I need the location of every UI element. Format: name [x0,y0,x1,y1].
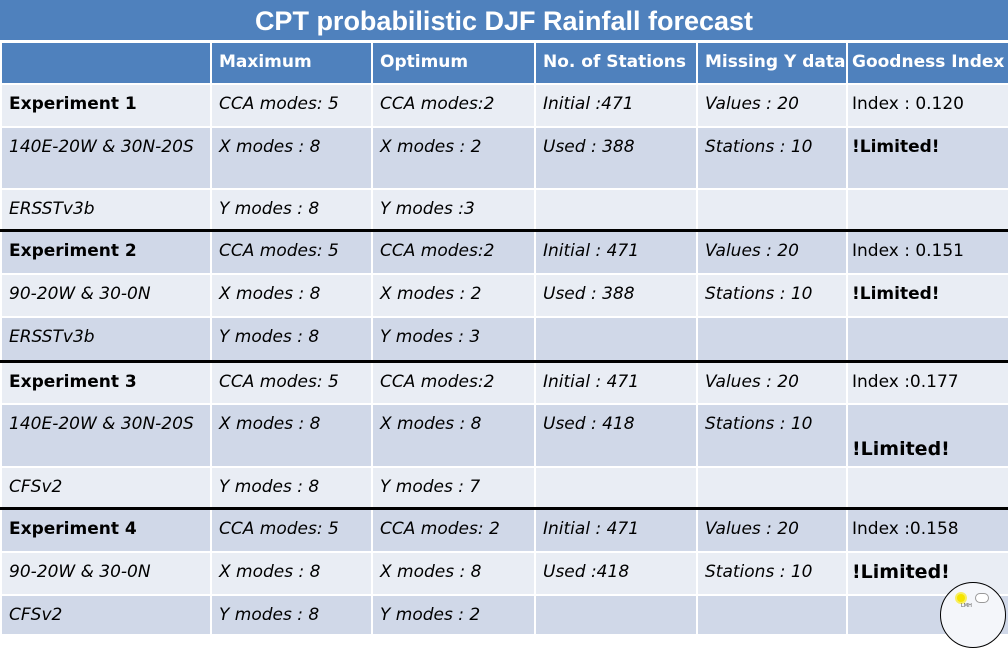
cell-missing-y [696,188,848,232]
cell-goodness-index: Index : 0.151 [846,229,1008,275]
cell-label: CFSv2 [0,466,212,510]
cell-label: CFSv2 [0,594,212,636]
cell-label: ERSSTv3b [0,316,212,363]
cell-stations: Used : 418 [534,403,698,468]
cell-missing-y: Stations : 10 [696,551,848,596]
slide-title: CPT probabilistic DJF Rainfall forecast [0,0,1008,40]
cell-label: 90-20W & 30-0N [0,551,212,596]
table-row: 90-20W & 30-0N X modes : 8X modes : 8 Used… [0,551,1008,596]
table-row: Experiment 1 CCA modes: 5 CCA modes:2 Initi… [0,83,1008,128]
cell-goodness-index: !Limited! [846,403,1008,468]
cell-missing-y [696,594,848,636]
cell-goodness-index: !Limited! [846,126,1008,190]
cell-missing-y: Values : 20 [696,83,848,128]
cell-maximum: X modes : 8 [210,403,373,468]
header-empty [0,41,212,85]
cell-goodness-index: Index : 0.120 [846,83,1008,128]
cell-maximum: CCA modes: 5 [210,360,373,405]
cell-missing-y: Stations : 10 [696,126,848,190]
cell-label: Experiment 2 [0,229,212,275]
cell-maximum: CCA modes: 5 [210,229,373,275]
table-row: ERSSTv3b Y modes : 8Y modes :3 [0,188,1008,232]
cell-missing-y: Stations : 10 [696,403,848,468]
cell-label: 140E-20W & 30N-20S [0,126,212,190]
cell-optimum: Y modes : 7 [371,466,536,510]
cell-goodness-index [846,466,1008,510]
cell-goodness-index: Index :0.158 [846,507,1008,553]
cell-stations: Initial :471 [534,83,698,128]
cell-optimum: X modes : 2 [371,273,536,318]
cell-stations [534,466,698,510]
table-row: Experiment 3 CCA modes: 5 CCA modes:2 Initi… [0,360,1008,405]
table-row: Experiment 2 CCA modes: 5 CCA modes:2 Initi… [0,229,1008,275]
table-row: CFSv2 Y modes : 8Y modes : 2 [0,594,1008,636]
cell-optimum: X modes : 8 [371,403,536,468]
cell-maximum: X modes : 8 [210,551,373,596]
cell-maximum: CCA modes: 5 [210,83,373,128]
cell-stations: Initial : 471 [534,507,698,553]
cell-missing-y [696,466,848,510]
table-row: 140E-20W & 30N-20S X modes : 8X modes : 8… [0,403,1008,468]
cell-maximum: Y modes : 8 [210,594,373,636]
table-row: CFSv2 Y modes : 8Y modes : 7 [0,466,1008,510]
cell-label: Experiment 4 [0,507,212,553]
cell-stations: Used : 388 [534,126,698,190]
table-row: 140E-20W & 30N-20S X modes : 8X modes : 2… [0,126,1008,190]
cell-stations: Used : 388 [534,273,698,318]
cell-goodness-index: Index :0.177 [846,360,1008,405]
cell-optimum: Y modes : 2 [371,594,536,636]
cell-optimum: Y modes :3 [371,188,536,232]
cell-missing-y: Stations : 10 [696,273,848,318]
forecast-table: Maximum Optimum No. of Stations Missing … [0,41,1008,636]
header-goodness-index: Goodness Index [846,41,1008,85]
cell-missing-y [696,316,848,363]
cell-optimum: X modes : 2 [371,126,536,190]
logo-text: LMH [961,603,972,609]
cell-missing-y: Values : 20 [696,507,848,553]
cell-maximum: Y modes : 8 [210,466,373,510]
table-row: ERSSTv3b Y modes : 8Y modes : 3 [0,316,1008,363]
cell-stations: Initial : 471 [534,360,698,405]
cell-label: ERSSTv3b [0,188,212,232]
header-optimum: Optimum [371,41,536,85]
cell-label: Experiment 1 [0,83,212,128]
cell-maximum: CCA modes: 5 [210,507,373,553]
table-row: Experiment 4 CCA modes: 5 CCA modes: 2 Init… [0,507,1008,553]
cell-maximum: X modes : 8 [210,126,373,190]
cell-maximum: Y modes : 8 [210,316,373,363]
cell-maximum: X modes : 8 [210,273,373,318]
sun-icon [957,594,965,602]
cell-optimum: Y modes : 3 [371,316,536,363]
cell-label: Experiment 3 [0,360,212,405]
cell-maximum: Y modes : 8 [210,188,373,232]
cell-goodness-index [846,188,1008,232]
cell-label: 90-20W & 30-0N [0,273,212,318]
header-row: Maximum Optimum No. of Stations Missing … [0,41,1008,85]
cell-stations: Used :418 [534,551,698,596]
cell-label: 140E-20W & 30N-20S [0,403,212,468]
cell-goodness-index: !Limited! [846,273,1008,318]
cell-optimum: CCA modes: 2 [371,507,536,553]
cell-stations [534,188,698,232]
cell-stations [534,594,698,636]
cell-optimum: CCA modes:2 [371,360,536,405]
header-missing-y: Missing Y data [696,41,848,85]
cell-stations [534,316,698,363]
sun-cloud-logo-icon: LMH [940,582,1006,648]
cell-missing-y: Values : 20 [696,229,848,275]
header-stations: No. of Stations [534,41,698,85]
cell-optimum: X modes : 8 [371,551,536,596]
cell-missing-y: Values : 20 [696,360,848,405]
header-maximum: Maximum [210,41,373,85]
cell-goodness-index [846,316,1008,363]
cell-optimum: CCA modes:2 [371,229,536,275]
cell-optimum: CCA modes:2 [371,83,536,128]
table-row: 90-20W & 30-0N X modes : 8X modes : 2 Used… [0,273,1008,318]
cell-stations: Initial : 471 [534,229,698,275]
cloud-icon [975,593,989,603]
